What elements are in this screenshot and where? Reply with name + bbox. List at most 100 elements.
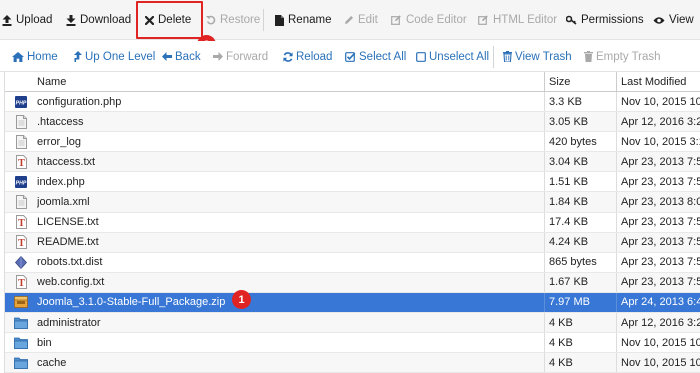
size-header-label: Size [549, 75, 571, 88]
php-file-icon: PHP [5, 92, 37, 111]
name-column-header[interactable]: Name [37, 72, 544, 91]
file-modified-value: Apr 12, 2016 3:26 [621, 316, 700, 329]
table-row[interactable]: error_log 420 bytes Nov 10, 2015 3:17 [5, 132, 700, 153]
file-modified-value: Nov 10, 2015 10:13 [621, 95, 700, 108]
file-name[interactable]: index.php [37, 172, 544, 191]
view-trash-button[interactable]: View Trash [503, 41, 572, 72]
forward-label: Forward [226, 50, 269, 63]
file-name[interactable]: Joomla_3.1.0-Stable-Full_Package.zip [37, 293, 544, 312]
file-modified: Apr 23, 2013 7:57 [616, 272, 700, 292]
text-file-icon: T [5, 233, 37, 252]
file-modified-value: Nov 10, 2015 3:17 [621, 135, 700, 148]
code-editor-button[interactable]: Code Editor [391, 0, 467, 40]
table-row[interactable]: PHP index.php 1.51 KB Apr 23, 2013 7:57 [5, 172, 700, 193]
edit-square-icon [478, 15, 489, 25]
file-name[interactable]: robots.txt.dist [37, 253, 544, 272]
file-icon [275, 14, 284, 26]
file-modified: Apr 23, 2013 7:57 [616, 152, 700, 172]
file-size-value: 17.4 KB [549, 216, 589, 229]
file-size-value: 3.04 KB [549, 155, 589, 168]
table-row[interactable]: T LICENSE.txt 17.4 KB Apr 23, 2013 7:57 [5, 212, 700, 233]
file-size-value: 1.67 KB [549, 276, 589, 289]
table-row[interactable]: bin 4 KB Nov 10, 2015 10:52 [5, 333, 700, 354]
file-size: 1.67 KB [544, 272, 616, 292]
file-manager-toolbar: Upload Download Delete Restore Rename Ed… [0, 0, 700, 40]
folder-icon [5, 333, 37, 352]
restore-button[interactable]: Restore [206, 0, 260, 40]
home-icon [12, 51, 24, 62]
html-editor-button[interactable]: HTML Editor [478, 0, 557, 40]
table-row-selected[interactable]: Joomla_3.1.0-Stable-Full_Package.zip 7.97… [5, 292, 700, 314]
file-size-value: 4.24 KB [549, 236, 589, 249]
download-button[interactable]: Download [66, 0, 131, 40]
table-row[interactable]: Tweb.config.txt 1.67 KB Apr 23, 2013 7:57 [5, 272, 700, 293]
code-editor-label: Code Editor [406, 14, 467, 26]
arrow-right-icon [213, 52, 223, 61]
file-name[interactable]: LICENSE.txt [37, 213, 544, 232]
back-label: Back [175, 50, 201, 63]
unselect-all-label: Unselect All [429, 50, 490, 63]
file-modified-value: Nov 10, 2015 10:52 [621, 336, 700, 349]
file-name[interactable]: bin [37, 333, 544, 352]
size-column-header[interactable]: Size [544, 72, 616, 91]
edit-button[interactable]: Edit [344, 0, 378, 40]
file-name[interactable]: web.config.txt [37, 273, 544, 292]
reload-button[interactable]: Reload [283, 41, 332, 72]
file-name[interactable]: htaccess.txt [37, 152, 544, 171]
text-file-icon: T [5, 273, 37, 292]
eye-icon [653, 16, 665, 25]
file-name[interactable]: joomla.xml [37, 192, 544, 211]
unselect-all-button[interactable]: Unselect All [416, 41, 489, 72]
file-modified: Apr 23, 2013 7:57 [616, 212, 700, 232]
file-name[interactable]: README.txt [37, 233, 544, 252]
file-size: 3.05 KB [544, 112, 616, 132]
upload-button[interactable]: Upload [2, 0, 52, 40]
rename-label: Rename [288, 14, 332, 26]
table-row[interactable]: joomla.xml 1.84 KB Apr 23, 2013 8:00 [5, 192, 700, 213]
view-button[interactable]: View [653, 0, 694, 40]
file-size: 4 KB [544, 333, 616, 353]
table-row[interactable]: PHP configuration.php 3.3 KB Nov 10, 2015 1… [5, 92, 700, 113]
select-all-button[interactable]: Select All [345, 41, 406, 72]
file-modified: Nov 10, 2015 10:52 [616, 333, 700, 353]
table-row[interactable]: T README.txt 4.24 KB Apr 23, 2013 7:57 [5, 232, 700, 253]
home-button[interactable]: Home [12, 41, 58, 72]
modified-column-header[interactable]: Last Modified [616, 72, 700, 91]
file-name[interactable]: configuration.php [37, 92, 544, 111]
file-size-value: 420 bytes [549, 135, 597, 148]
up-one-level-button[interactable]: Up One Level [74, 41, 155, 72]
back-button[interactable]: Back [162, 41, 201, 72]
svg-text:T: T [18, 238, 25, 249]
file-modified-value: Apr 23, 2013 7:57 [621, 256, 700, 269]
file-size: 1.51 KB [544, 172, 616, 192]
file-modified: Apr 23, 2013 7:57 [616, 252, 700, 272]
svg-text:T: T [18, 278, 25, 289]
file-name[interactable]: .htaccess [37, 112, 544, 131]
trash-icon [584, 51, 593, 62]
rename-button[interactable]: Rename [275, 0, 331, 40]
file-modified: Apr 12, 2016 3:24 [616, 112, 700, 132]
file-name[interactable]: error_log [37, 132, 544, 151]
table-row[interactable]: cache 4 KB Nov 10, 2015 10:52 [5, 353, 700, 373]
table-row[interactable]: administrator 4 KB Apr 12, 2016 3:26 [5, 313, 700, 334]
file-size-value: 7.97 MB [549, 296, 590, 309]
arrow-left-icon [162, 52, 172, 61]
file-modified-value: Apr 12, 2016 3:24 [621, 115, 700, 128]
empty-trash-button[interactable]: Empty Trash [584, 41, 661, 72]
delete-highlight-frame [136, 1, 203, 39]
file-size: 420 bytes [544, 132, 616, 152]
svg-text:PHP: PHP [16, 180, 27, 186]
table-header: Name Size Last Modified [5, 72, 700, 92]
file-name[interactable]: administrator [37, 313, 544, 332]
table-row[interactable]: Thtaccess.txt 3.04 KB Apr 23, 2013 7:57 [5, 152, 700, 173]
permissions-label: Permissions [581, 14, 644, 26]
text-file-icon: T [5, 213, 37, 232]
zip-archive-icon [5, 293, 37, 312]
table-row[interactable]: robots.txt.dist 865 bytes Apr 23, 2013 7:5… [5, 252, 700, 273]
permissions-button[interactable]: Permissions [566, 0, 644, 40]
file-name[interactable]: cache [37, 353, 544, 372]
forward-button[interactable]: Forward [213, 41, 268, 72]
html-editor-label: HTML Editor [493, 14, 558, 26]
table-row[interactable]: .htaccess 3.05 KB Apr 12, 2016 3:24 [5, 112, 700, 133]
file-modified: Apr 12, 2016 3:26 [616, 313, 700, 333]
